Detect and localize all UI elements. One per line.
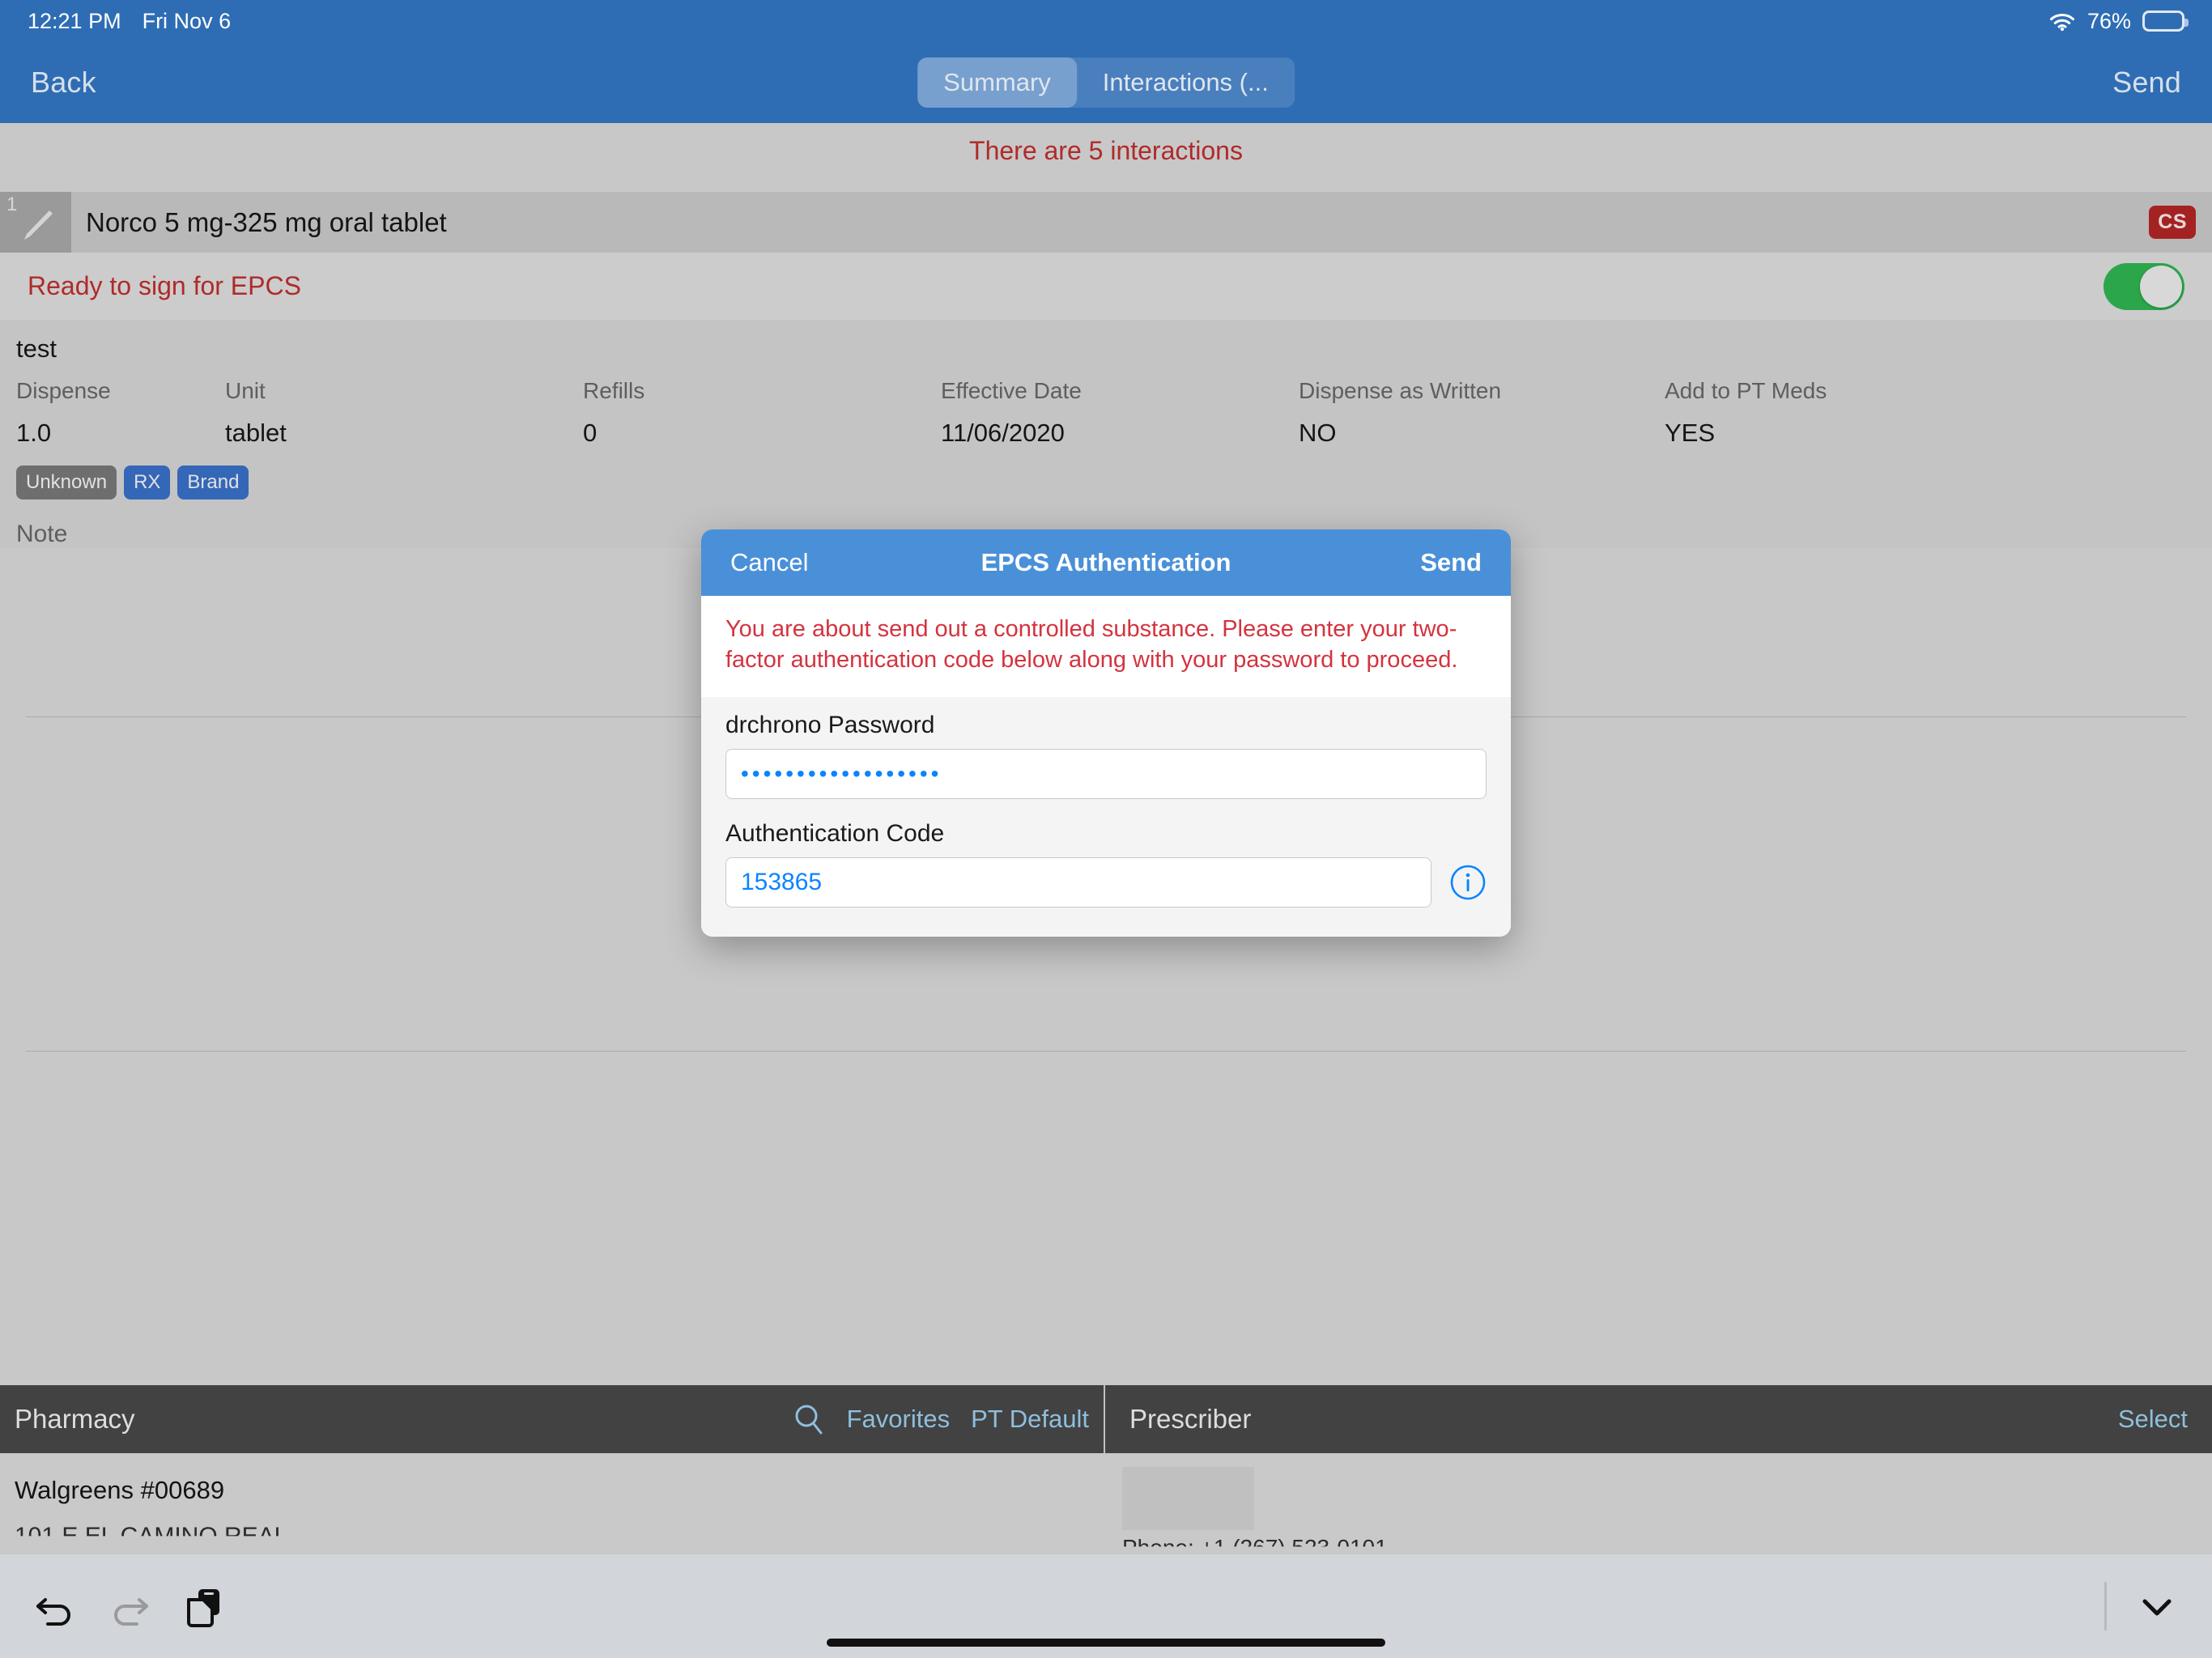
auth-code-label: Authentication Code: [725, 819, 945, 847]
pharmacy-result-name[interactable]: Walgreens #00689: [15, 1476, 224, 1505]
field-add-to-pt-meds: Add to PT Meds YES: [1665, 378, 1827, 448]
password-input[interactable]: ••••••••••••••••••: [725, 748, 1487, 799]
epcs-sign-row: Ready to sign for EPCS: [0, 253, 2212, 320]
chevron-down-icon[interactable]: [2134, 1584, 2180, 1629]
field-value: 0: [583, 419, 598, 447]
navigation-bar: Back Summary Interactions (... Send: [0, 42, 2212, 123]
medication-edit-button[interactable]: 1: [0, 192, 71, 253]
dialog-send-button[interactable]: Send: [1420, 548, 1482, 577]
dialog-warning-text: You are about send out a controlled subs…: [701, 596, 1511, 697]
status-time: 12:21 PM: [28, 8, 121, 33]
tag-brand[interactable]: Brand: [177, 466, 249, 500]
redo-icon: [107, 1584, 152, 1629]
battery-icon: [2142, 11, 2189, 32]
controlled-substance-badge: CS: [2149, 206, 2196, 239]
info-circle-icon[interactable]: [1449, 864, 1487, 901]
field-label: Refills: [583, 378, 645, 403]
prescriber-avatar: [1122, 1467, 1254, 1530]
field-label: Effective Date: [941, 378, 1082, 403]
field-label: Add to PT Meds: [1665, 378, 1827, 403]
field-value: NO: [1299, 419, 1337, 447]
pharmacy-result-address: 101 E EL CAMINO REAL: [15, 1523, 288, 1550]
field-value: 11/06/2020: [941, 419, 1065, 447]
interactions-banner[interactable]: There are 5 interactions: [0, 123, 2212, 178]
dialog-title: EPCS Authentication: [981, 548, 1231, 576]
favorites-button[interactable]: Favorites: [847, 1405, 950, 1434]
field-label: Unit: [225, 378, 266, 403]
app-screen: 12:21 PM Fri Nov 6 76% Back Summary Inte…: [0, 0, 2212, 1658]
epcs-authentication-dialog: Cancel EPCS Authentication Send You are …: [701, 529, 1511, 937]
toggle-knob: [2140, 265, 2182, 308]
dialog-cancel-button[interactable]: Cancel: [730, 548, 809, 577]
dialog-header: Cancel EPCS Authentication Send: [701, 529, 1511, 596]
pt-default-button[interactable]: PT Default: [971, 1405, 1089, 1434]
password-label: drchrono Password: [725, 711, 935, 738]
medication-tags: Unknown RX Brand: [16, 466, 2196, 500]
prescription-details: test Dispense 1.0 Unit tablet Refills 0 …: [0, 320, 2212, 548]
field-effective-date: Effective Date 11/06/2020: [941, 378, 1299, 448]
status-date: Fri Nov 6: [142, 8, 232, 33]
search-icon[interactable]: [792, 1402, 826, 1436]
field-label: Dispense: [16, 378, 111, 403]
medication-name: Norco 5 mg-325 mg oral tablet: [86, 206, 447, 237]
auth-code-input[interactable]: 153865: [725, 857, 1431, 908]
section-divider: [26, 1051, 2186, 1052]
details-field-grid: Dispense 1.0 Unit tablet Refills 0 Effec…: [16, 378, 2196, 448]
field-dispense-as-written: Dispense as Written NO: [1299, 378, 1665, 448]
paste-icon[interactable]: [181, 1584, 227, 1629]
prescriber-select-button[interactable]: Select: [2118, 1405, 2188, 1434]
tag-unknown[interactable]: Unknown: [16, 466, 117, 500]
status-bar: 12:21 PM Fri Nov 6 76%: [0, 0, 2212, 42]
pencil-icon: [14, 203, 57, 251]
field-label: Dispense as Written: [1299, 378, 1502, 403]
field-value: tablet: [225, 419, 287, 447]
pharmacy-result-area: Walgreens #00689 101 E EL CAMINO REAL: [0, 1453, 2212, 1554]
password-masked-value: ••••••••••••••••••: [741, 760, 942, 786]
view-segmented-control[interactable]: Summary Interactions (...: [917, 57, 1295, 108]
medication-row[interactable]: 1 Norco 5 mg-325 mg oral tablet CS: [0, 192, 2212, 253]
field-value: YES: [1665, 419, 1716, 447]
prescriber-section-header: Prescriber Select: [1105, 1385, 2212, 1453]
battery-percent: 76%: [2087, 8, 2131, 33]
dialog-body: drchrono Password •••••••••••••••••• Aut…: [701, 696, 1511, 937]
sig-text: test: [16, 334, 57, 363]
back-button[interactable]: Back: [31, 66, 96, 100]
pharmacy-prescriber-bar: Pharmacy Favorites PT Default Prescriber…: [0, 1385, 2212, 1453]
field-value: 1.0: [16, 419, 52, 447]
tab-interactions[interactable]: Interactions (...: [1077, 57, 1295, 108]
undo-icon[interactable]: [32, 1584, 78, 1629]
prescriber-title: Prescriber: [1129, 1404, 1252, 1434]
field-dispense: Dispense 1.0: [16, 378, 225, 448]
pharmacy-section-header: Pharmacy Favorites PT Default: [0, 1385, 1105, 1453]
epcs-status-label: Ready to sign for EPCS: [28, 271, 301, 300]
epcs-sign-toggle[interactable]: [2104, 262, 2184, 310]
send-button[interactable]: Send: [2112, 66, 2181, 100]
tag-rx[interactable]: RX: [124, 466, 171, 500]
tab-summary[interactable]: Summary: [917, 57, 1077, 108]
field-refills: Refills 0: [583, 378, 941, 448]
pharmacy-title: Pharmacy: [15, 1404, 135, 1434]
interactions-banner-text: There are 5 interactions: [969, 135, 1243, 165]
field-unit: Unit tablet: [225, 378, 583, 448]
home-indicator: [827, 1639, 1385, 1647]
wifi-icon: [2048, 11, 2076, 32]
toolbar-divider: [2104, 1582, 2107, 1630]
